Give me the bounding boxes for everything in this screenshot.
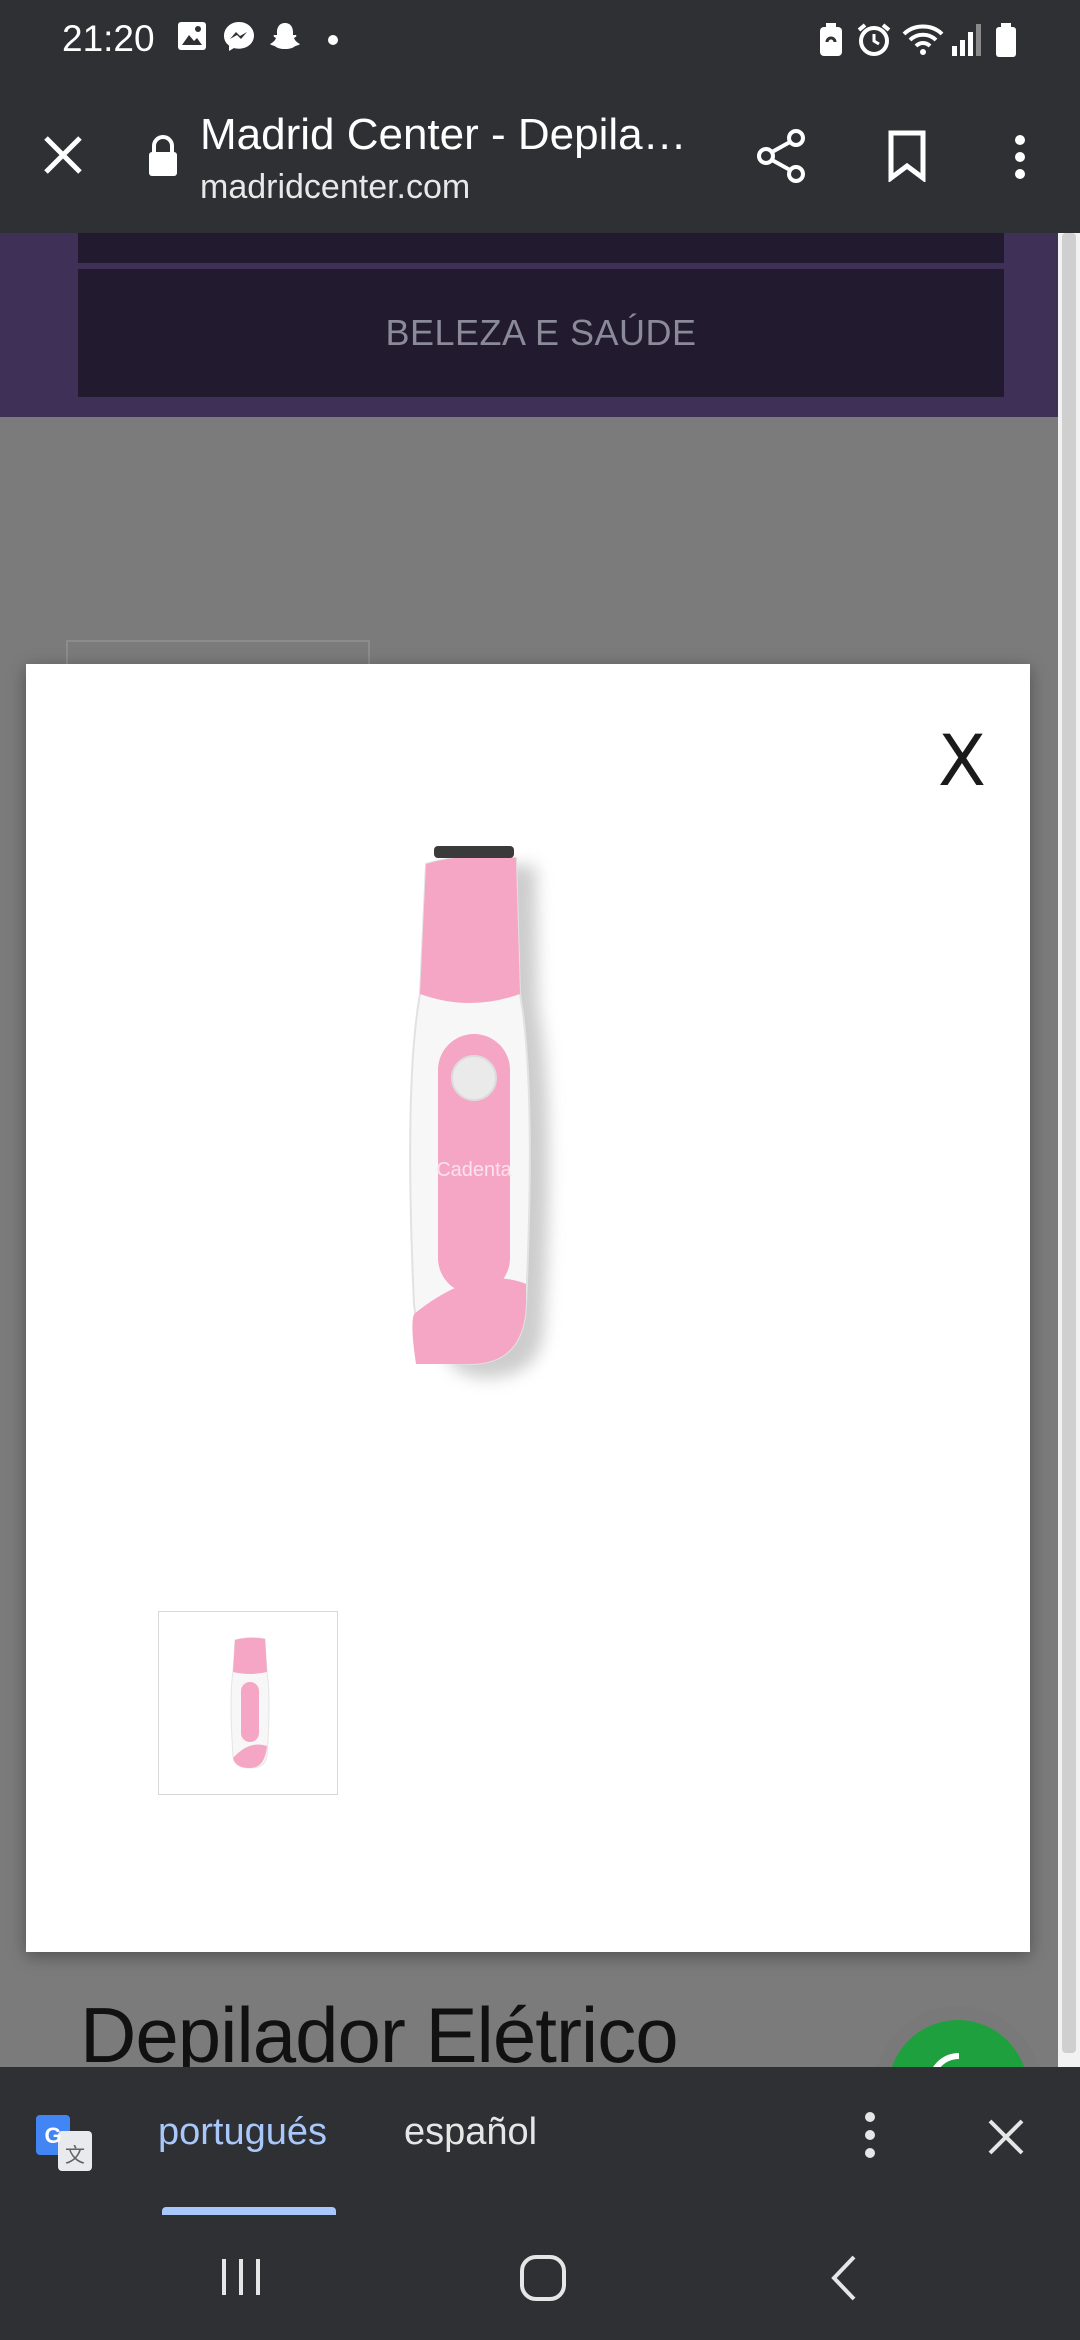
thumbnail-product-image xyxy=(230,1637,270,1769)
more-menu-icon[interactable] xyxy=(1008,132,1032,182)
language-tab-espanol[interactable]: español xyxy=(404,2111,537,2154)
product-brand-label: Cadenta xyxy=(436,1159,512,1181)
messenger-icon xyxy=(224,22,254,51)
translate-options-icon[interactable] xyxy=(858,2109,882,2161)
category-menu-item[interactable]: BELEZA E SAÚDE xyxy=(78,269,1004,397)
browser-toolbar: Madrid Center - Depila… madridcenter.com xyxy=(0,80,1080,233)
recent-apps-icon[interactable] xyxy=(218,2255,264,2299)
svg-text:文: 文 xyxy=(65,2143,85,2167)
battery-saver-icon xyxy=(820,23,842,56)
status-time: 21:20 xyxy=(62,18,155,59)
wifi-icon xyxy=(902,24,944,55)
signal-icon xyxy=(952,24,981,56)
site-header: BELEZA E SAÚDE xyxy=(0,233,1058,417)
close-tab-icon[interactable] xyxy=(40,132,86,178)
scrollbar-thumb[interactable] xyxy=(1062,233,1076,2053)
image-lightbox: X Cadenta xyxy=(26,664,1030,1952)
system-nav-bar xyxy=(0,2215,1080,2340)
share-icon[interactable] xyxy=(754,128,810,184)
alarm-icon xyxy=(857,23,891,56)
translate-close-icon[interactable] xyxy=(986,2117,1026,2157)
lock-icon[interactable] xyxy=(146,134,180,178)
gallery-icon xyxy=(178,22,206,50)
google-translate-icon: G 文 xyxy=(36,2115,92,2171)
page-url[interactable]: madridcenter.com xyxy=(200,168,470,207)
thumbnail-1[interactable] xyxy=(158,1611,338,1795)
translate-bar: G 文 portugués español xyxy=(0,2067,1080,2215)
home-icon[interactable] xyxy=(518,2253,568,2303)
menu-bar[interactable] xyxy=(78,233,1004,263)
snapchat-icon xyxy=(270,23,300,49)
dot-icon xyxy=(328,35,338,45)
selected-language-indicator xyxy=(162,2207,336,2215)
page-image-frame xyxy=(66,640,370,666)
category-label: BELEZA E SAÚDE xyxy=(385,312,697,353)
bookmark-icon[interactable] xyxy=(886,130,928,182)
status-bar: 21:20 xyxy=(0,0,1080,80)
back-icon[interactable] xyxy=(826,2253,860,2303)
lightbox-close-button[interactable]: X xyxy=(938,720,986,802)
battery-icon xyxy=(996,23,1016,57)
page-title[interactable]: Madrid Center - Depila… xyxy=(200,110,687,160)
language-tab-portugues[interactable]: portugués xyxy=(158,2111,327,2154)
svg-text:G: G xyxy=(44,2123,61,2148)
product-image[interactable]: Cadenta xyxy=(386,844,686,1544)
